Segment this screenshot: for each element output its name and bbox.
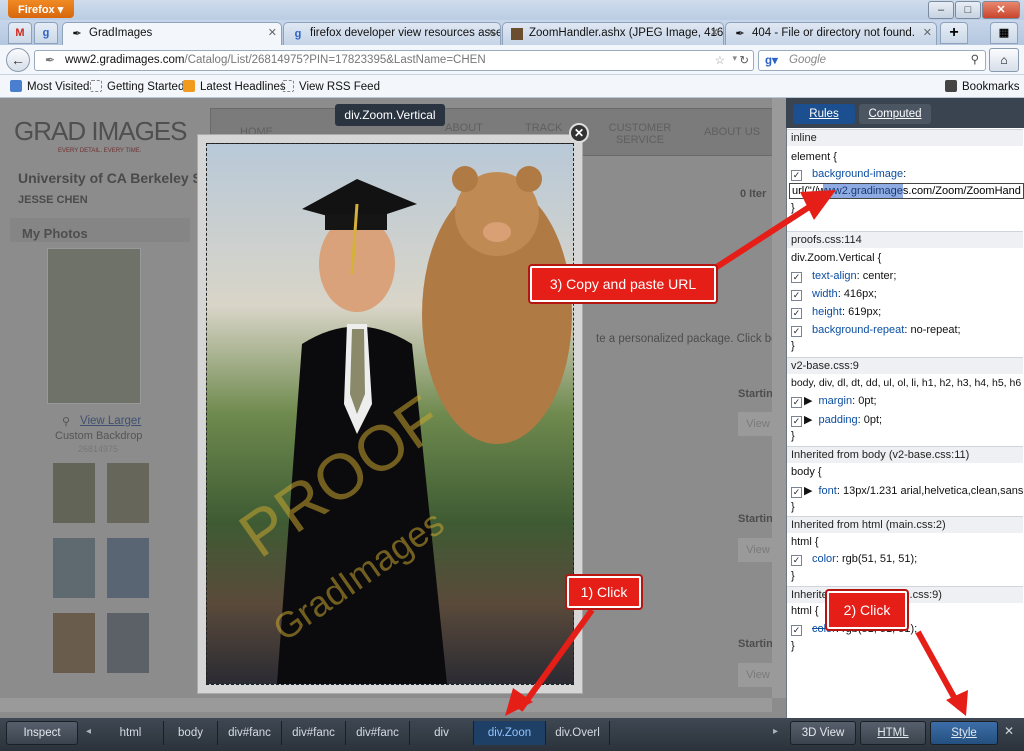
annotation-step3: 3) Copy and paste URL bbox=[530, 266, 716, 302]
annotation-step2: 2) Click bbox=[827, 591, 907, 629]
annotation-arrows bbox=[505, 190, 968, 716]
annotation-step1: 1) Click bbox=[567, 576, 641, 608]
